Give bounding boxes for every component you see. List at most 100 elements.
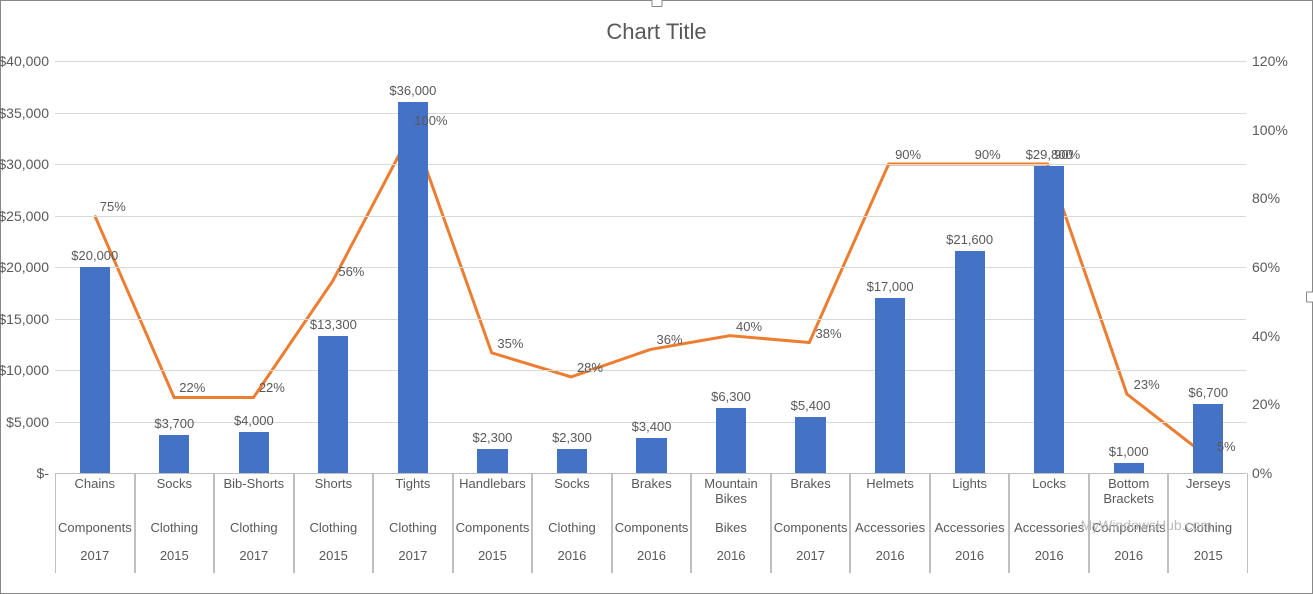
- y2-tick-label: 100%: [1252, 122, 1288, 138]
- x-tick-label: 2016: [691, 545, 771, 573]
- x-tick-label: 2016: [1009, 545, 1089, 573]
- line-label: 90%: [975, 147, 1001, 162]
- x-category: HandlebarsComponents2015: [453, 473, 533, 573]
- x-tick-label: 2016: [612, 545, 692, 573]
- bar: [159, 435, 189, 473]
- gridline: [55, 164, 1246, 165]
- bar: [1034, 166, 1064, 473]
- line-label: 40%: [736, 319, 762, 334]
- line-label: 22%: [259, 380, 285, 395]
- x-tick-label: Bikes: [691, 517, 771, 545]
- y1-tick-label: $40,000: [0, 53, 49, 69]
- line-label: 35%: [497, 336, 523, 351]
- bar-label: $17,000: [867, 279, 914, 294]
- gridline: [55, 216, 1246, 217]
- bar-label: $36,000: [389, 83, 436, 98]
- x-category: BrakesComponents2017: [771, 473, 851, 573]
- x-tick-label: Components: [453, 517, 533, 545]
- x-category: BrakesComponents2016: [612, 473, 692, 573]
- line-label: 5%: [1217, 439, 1236, 454]
- line-label: 90%: [1054, 147, 1080, 162]
- bar: [636, 438, 666, 473]
- x-category: Bib-ShortsClothing2017: [214, 473, 294, 573]
- plot-area: $-$5,000$10,000$15,000$20,000$25,000$30,…: [55, 61, 1246, 474]
- gridline: [55, 61, 1246, 62]
- x-tick-label: Handlebars: [453, 473, 533, 517]
- y2-tick-label: 60%: [1252, 259, 1280, 275]
- x-tick-label: 2017: [771, 545, 851, 573]
- y2-tick-label: 0%: [1252, 465, 1272, 481]
- x-tick-label: Brakes: [771, 473, 851, 517]
- x-tick-label: 2016: [1089, 545, 1169, 573]
- bar-label: $2,300: [552, 430, 592, 445]
- x-tick-label: Components: [612, 517, 692, 545]
- x-tick-label: 2017: [214, 545, 294, 573]
- x-tick-label: Clothing: [373, 517, 453, 545]
- x-tick-label: 2016: [850, 545, 930, 573]
- line-label: 22%: [179, 380, 205, 395]
- x-tick-label: Components: [55, 517, 135, 545]
- bar-label: $3,700: [154, 416, 194, 431]
- bar: [955, 251, 985, 473]
- x-tick-label: Brakes: [612, 473, 692, 517]
- y1-tick-label: $5,000: [6, 414, 49, 430]
- bar: [239, 432, 269, 473]
- x-tick-label: Helmets: [850, 473, 930, 517]
- x-category: ChainsComponents2017: [55, 473, 135, 573]
- y2-tick-label: 120%: [1252, 53, 1288, 69]
- gridline: [55, 267, 1246, 268]
- y2-tick-label: 20%: [1252, 396, 1280, 412]
- x-category: SocksClothing2016: [532, 473, 612, 573]
- bar: [80, 267, 110, 473]
- x-tick-label: Accessories: [1009, 517, 1089, 545]
- resize-handle-right[interactable]: [1306, 292, 1313, 303]
- x-tick-label: Locks: [1009, 473, 1089, 517]
- x-tick-label: Mountain Bikes: [691, 473, 771, 517]
- x-tick-label: Tights: [373, 473, 453, 517]
- line-label: 36%: [656, 332, 682, 347]
- x-tick-label: Clothing: [214, 517, 294, 545]
- bar-label: $21,600: [946, 232, 993, 247]
- x-tick-label: 2015: [135, 545, 215, 573]
- x-tick-label: Socks: [532, 473, 612, 517]
- bar: [477, 449, 507, 473]
- bar-label: $20,000: [71, 248, 118, 263]
- line-label: 38%: [816, 326, 842, 341]
- line-label: 75%: [100, 199, 126, 214]
- x-tick-label: Clothing: [294, 517, 374, 545]
- x-tick-label: Jerseys: [1168, 473, 1248, 517]
- x-tick-label: 2015: [453, 545, 533, 573]
- x-category: ShortsClothing2015: [294, 473, 374, 573]
- x-tick-label: Bib-Shorts: [214, 473, 294, 517]
- x-tick-label: Accessories: [930, 517, 1010, 545]
- y1-tick-label: $35,000: [0, 105, 49, 121]
- y1-tick-label: $10,000: [0, 362, 49, 378]
- line-label: 23%: [1134, 377, 1160, 392]
- bar: [398, 102, 428, 473]
- x-tick-label: Bottom Brackets: [1089, 473, 1169, 517]
- x-tick-label: Clothing: [532, 517, 612, 545]
- x-category: SocksClothing2015: [135, 473, 215, 573]
- bar-label: $6,700: [1188, 385, 1228, 400]
- bar: [716, 408, 746, 473]
- line-label: 56%: [338, 264, 364, 279]
- y1-tick-label: $20,000: [0, 259, 49, 275]
- y2-tick-label: 40%: [1252, 328, 1280, 344]
- x-category: HelmetsAccessories2016: [850, 473, 930, 573]
- bar-label: $3,400: [632, 419, 672, 434]
- x-category: TightsClothing2017: [373, 473, 453, 573]
- bar: [1114, 463, 1144, 473]
- x-tick-label: 2015: [294, 545, 374, 573]
- x-tick-label: Lights: [930, 473, 1010, 517]
- gridline: [55, 113, 1246, 114]
- x-tick-label: Shorts: [294, 473, 374, 517]
- x-tick-label: 2017: [55, 545, 135, 573]
- bar-label: $13,300: [310, 317, 357, 332]
- x-category: LocksAccessories2016: [1009, 473, 1089, 573]
- y1-tick-label: $15,000: [0, 311, 49, 327]
- x-tick-label: Chains: [55, 473, 135, 517]
- resize-handle-top[interactable]: [651, 0, 662, 7]
- gridline: [55, 319, 1246, 320]
- chart-title: Chart Title: [1, 19, 1312, 45]
- x-tick-label: Components: [771, 517, 851, 545]
